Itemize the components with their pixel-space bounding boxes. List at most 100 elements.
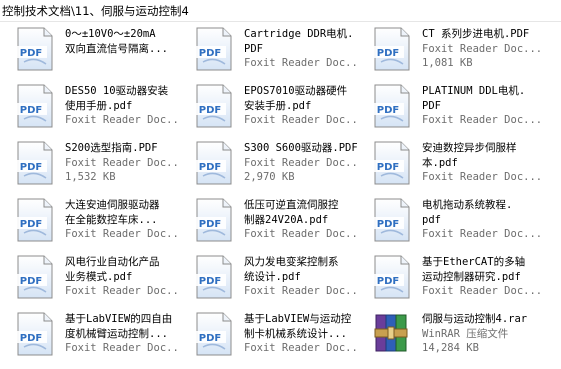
file-label: 风电行业自动化产品 业务模式.pdf Foxit Reader Doc... (65, 255, 179, 299)
file-name-line: 伺服与运动控制4.rar (422, 313, 528, 325)
file-item[interactable]: PDF EPOS7010驱动器硬件 安装手册.pdf Foxit Reader Do… (179, 79, 357, 136)
svg-text:PDF: PDF (199, 276, 221, 287)
rar-archive-icon (374, 314, 408, 352)
file-label: 伺服与运动控制4.rar WinRAR 压缩文件 14,284 KB (422, 312, 561, 356)
svg-text:PDF: PDF (20, 48, 42, 59)
svg-text:PDF: PDF (199, 48, 221, 59)
file-item[interactable]: PDF CT 系列步进电机.PDF Foxit Reader Doc... 1,08… (357, 22, 561, 79)
file-type: Foxit Reader Doc... (422, 42, 543, 55)
file-item[interactable]: PDF 基于EtherCAT的多轴 运动控制器研究.pdf Foxit Reader… (357, 250, 561, 307)
file-label: S300 S600驱动器.PDF Foxit Reader Doc... 2,970… (244, 141, 357, 185)
svg-text:PDF: PDF (377, 105, 399, 116)
file-type: Foxit Reader Doc... (422, 114, 543, 126)
address-bar: 控制技术文档\11、伺服与运动控制4 (0, 0, 561, 22)
file-type: Foxit Reader Doc... (422, 228, 543, 240)
svg-text:PDF: PDF (20, 162, 42, 173)
file-name-line: 统设计.pdf (244, 270, 301, 283)
file-name-line: 基于LabVIEW的四自由 (65, 313, 173, 325)
file-size: 2,970 KB (244, 171, 295, 183)
file-name-line: 风电行业自动化产品 (65, 256, 160, 268)
file-size: 1,081 KB (422, 57, 473, 69)
file-name-line: 业务模式.pdf (65, 270, 133, 283)
svg-text:PDF: PDF (20, 219, 42, 230)
pdf-file-icon: PDF (194, 27, 232, 71)
file-name-line: PDF (422, 99, 441, 112)
pdf-file-icon: PDF (194, 198, 232, 242)
scrollbar[interactable] (556, 22, 561, 369)
file-label: 风力发电变桨控制系 统设计.pdf Foxit Reader Doc... (244, 255, 357, 299)
file-name-line: 制器24V20A.pdf (244, 213, 329, 226)
file-size: 1,532 KB (65, 171, 116, 183)
file-item[interactable]: PDF S300 S600驱动器.PDF Foxit Reader Doc... 2… (179, 136, 357, 193)
file-name-line: 制卡机械系统设计... (244, 327, 347, 340)
file-item[interactable]: PDF DES50 10驱动器安装 使用手册.pdf Foxit Reader Do… (0, 79, 179, 136)
pdf-file-icon: PDF (194, 255, 232, 299)
file-item[interactable]: PDF 风力发电变桨控制系 统设计.pdf Foxit Reader Doc... (179, 250, 357, 307)
file-name-line: 基于LabVIEW与运动控 (244, 313, 352, 325)
file-type: Foxit Reader Doc... (65, 342, 179, 354)
file-name-line: 安迪数控异步伺服样 (422, 142, 517, 154)
file-item[interactable]: PDF 0～±10V0～±20mA 双向直流信号隔离... (0, 22, 179, 79)
file-label: 低压可逆直流伺服控 制器24V20A.pdf Foxit Reader Doc... (244, 198, 357, 242)
file-label: 基于LabVIEW与运动控 制卡机械系统设计... Foxit Reader Doc… (244, 312, 357, 356)
pdf-file-icon: PDF (15, 255, 53, 299)
pdf-file-icon: PDF (15, 198, 53, 242)
file-name-line: EPOS7010驱动器硬件 (244, 85, 348, 97)
file-name-line: CT 系列步进电机.PDF (422, 28, 530, 40)
file-item[interactable]: PDF Cartridge DDR电机. PDF Foxit Reader Doc.… (179, 22, 357, 79)
pdf-file-icon: PDF (194, 312, 232, 356)
svg-text:PDF: PDF (199, 333, 221, 344)
file-name-line: 风力发电变桨控制系 (244, 256, 339, 268)
file-item[interactable]: PDF 基于LabVIEW的四自由 度机械臂运动控制... Foxit Reader… (0, 307, 179, 364)
file-label: EPOS7010驱动器硬件 安装手册.pdf Foxit Reader Doc... (244, 84, 357, 128)
svg-text:PDF: PDF (377, 48, 399, 59)
file-type: Foxit Reader Doc... (65, 285, 179, 297)
pdf-file-icon: PDF (15, 27, 53, 71)
file-grid: PDF 0～±10V0～±20mA 双向直流信号隔离... PDF Cartrid… (0, 22, 561, 369)
file-name-line: 双向直流信号隔离... (65, 42, 168, 55)
file-name-line: 安装手册.pdf (244, 99, 312, 112)
file-item[interactable]: PDF S200选型指南.PDF Foxit Reader Doc... 1,532… (0, 136, 179, 193)
file-name-line: 运动控制器研究.pdf (422, 270, 521, 283)
pdf-file-icon: PDF (15, 141, 53, 185)
file-name-line: PDF (244, 42, 263, 55)
file-type: Foxit Reader Doc... (65, 114, 179, 126)
pdf-file-icon: PDF (194, 141, 232, 185)
file-item[interactable]: PDF 基于LabVIEW与运动控 制卡机械系统设计... Foxit Reader… (179, 307, 357, 364)
svg-text:PDF: PDF (20, 276, 42, 287)
file-type: Foxit Reader Doc... (244, 228, 357, 240)
file-name-line: S300 S600驱动器.PDF (244, 142, 357, 154)
pdf-file-icon: PDF (15, 84, 53, 128)
file-item[interactable]: PDF 风电行业自动化产品 业务模式.pdf Foxit Reader Doc... (0, 250, 179, 307)
pdf-file-icon: PDF (372, 141, 410, 185)
file-item[interactable]: PDF 大连安迪伺服驱动器 在全能数控车床... Foxit Reader Doc.… (0, 193, 179, 250)
file-item[interactable]: PDF 低压可逆直流伺服控 制器24V20A.pdf Foxit Reader Do… (179, 193, 357, 250)
file-name-line: pdf (422, 213, 441, 226)
file-label: S200选型指南.PDF Foxit Reader Doc... 1,532 KB (65, 141, 179, 185)
file-type: Foxit Reader Doc... (244, 156, 357, 169)
file-label: Cartridge DDR电机. PDF Foxit Reader Doc... (244, 27, 357, 71)
svg-text:PDF: PDF (199, 105, 221, 116)
file-item[interactable]: PDF 电机拖动系统教程. pdf Foxit Reader Doc... (357, 193, 561, 250)
file-type: Foxit Reader Doc... (422, 171, 543, 183)
file-name-line: 本.pdf (422, 156, 458, 169)
file-type: Foxit Reader Doc... (244, 285, 357, 297)
file-name-line: 度机械臂运动控制... (65, 327, 168, 340)
file-item[interactable]: PDF 安迪数控异步伺服样 本.pdf Foxit Reader Doc... (357, 136, 561, 193)
svg-text:PDF: PDF (377, 162, 399, 173)
file-type: Foxit Reader Doc... (65, 156, 179, 169)
file-name-line: 大连安迪伺服驱动器 (65, 199, 160, 211)
file-label: 基于LabVIEW的四自由 度机械臂运动控制... Foxit Reader Doc… (65, 312, 179, 356)
file-label: 安迪数控异步伺服样 本.pdf Foxit Reader Doc... (422, 141, 561, 185)
file-size: 14,284 KB (422, 342, 479, 354)
file-type: Foxit Reader Doc... (244, 342, 357, 354)
file-item[interactable]: PDF PLATINUM DDL电机. PDF Foxit Reader Doc..… (357, 79, 561, 136)
file-name-line: 在全能数控车床... (65, 213, 158, 226)
pdf-file-icon: PDF (372, 84, 410, 128)
file-type: WinRAR 压缩文件 (422, 327, 509, 340)
file-name-line: 低压可逆直流伺服控 (244, 199, 339, 211)
file-name-line: 0～±10V0～±20mA (65, 28, 156, 40)
svg-text:PDF: PDF (199, 219, 221, 230)
file-item[interactable]: 伺服与运动控制4.rar WinRAR 压缩文件 14,284 KB (357, 307, 561, 364)
pdf-file-icon: PDF (15, 312, 53, 356)
